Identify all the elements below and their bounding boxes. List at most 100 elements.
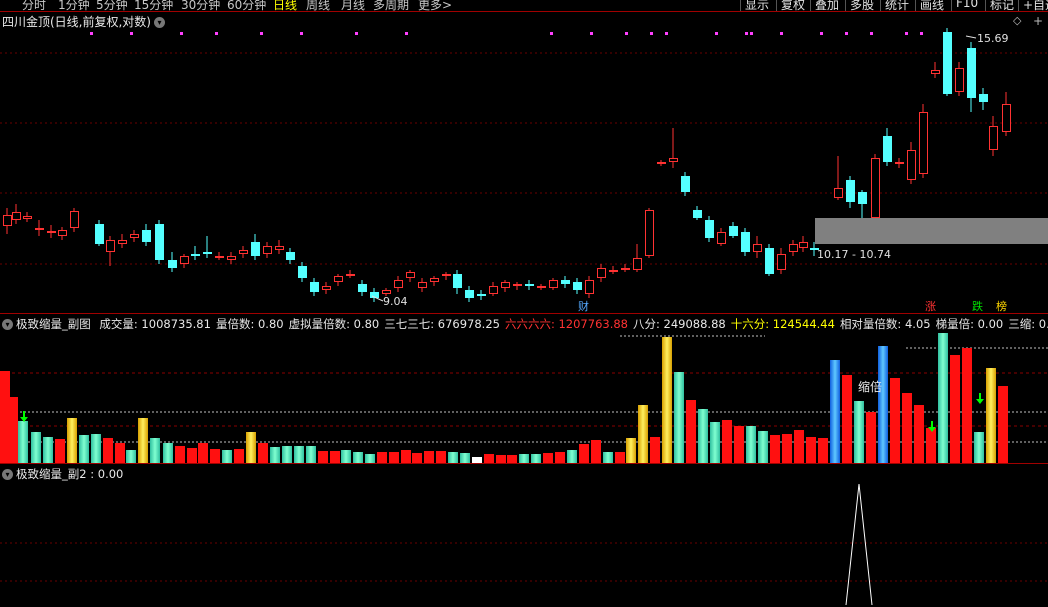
- candle: [645, 208, 654, 258]
- candle: [286, 248, 295, 264]
- candle: [215, 252, 224, 260]
- candle: [789, 240, 798, 256]
- signal-marker: [550, 32, 553, 35]
- signal-marker: [300, 32, 303, 35]
- candle: [310, 278, 319, 296]
- volume-bar: [818, 438, 828, 463]
- signal-marker: [745, 32, 748, 35]
- candle: [477, 290, 486, 300]
- adjust-button[interactable]: 复权: [776, 0, 809, 11]
- candle: [943, 28, 952, 96]
- volume-bar: [294, 446, 304, 463]
- volume-bar: [782, 434, 792, 463]
- candlestick-chart[interactable]: 10.17 - 10.74 15.69 9.04 财 涨 跌 榜: [0, 12, 1048, 312]
- high-price-label: 15.69: [977, 32, 1009, 45]
- volume-bar: [710, 422, 720, 463]
- add-watchlist-button[interactable]: +自选: [1018, 0, 1048, 11]
- down-arrow-icon: [976, 393, 984, 404]
- candle: [58, 227, 67, 240]
- volume-bar: [507, 455, 517, 463]
- candle: [753, 236, 762, 258]
- f10-button[interactable]: F10: [951, 0, 982, 11]
- candle: [430, 276, 439, 286]
- candle: [370, 288, 379, 302]
- stats-button[interactable]: 统计: [880, 0, 913, 11]
- period-1min[interactable]: 1分钟: [58, 0, 90, 11]
- volume-bar: [854, 401, 864, 463]
- period-5min[interactable]: 5分钟: [96, 0, 128, 11]
- signal-chart[interactable]: [0, 481, 1048, 607]
- mark-button[interactable]: 标记: [985, 0, 1018, 11]
- volume-bar: [998, 386, 1008, 463]
- volume-bar: [412, 453, 422, 463]
- volume-bar: [150, 438, 160, 463]
- period-30min[interactable]: 30分钟: [181, 0, 220, 11]
- candle: [955, 62, 964, 96]
- candle: [180, 254, 189, 268]
- candle: [203, 236, 212, 258]
- volume-field: 虚拟量倍数: 0.80: [288, 317, 380, 331]
- finance-badge[interactable]: 财: [578, 299, 589, 312]
- volume-bar: [79, 435, 89, 463]
- candle: [979, 88, 988, 110]
- volume-bar: [282, 446, 292, 463]
- settings-icon[interactable]: ▾: [2, 319, 13, 330]
- candle: [717, 228, 726, 246]
- volume-bar: [950, 355, 960, 463]
- candle: [777, 248, 786, 274]
- period-more[interactable]: 更多>: [418, 0, 452, 11]
- volume-bar: [341, 450, 351, 463]
- volume-bar: [986, 368, 996, 463]
- volume-bar: [353, 452, 363, 463]
- signal-marker: [750, 32, 753, 35]
- volume-bar: [31, 432, 41, 463]
- period-multi[interactable]: 多周期: [373, 0, 409, 11]
- signal-marker: [90, 32, 93, 35]
- candle: [693, 206, 702, 220]
- candle: [334, 274, 343, 286]
- volume-field: 三缩: 0.00: [1008, 317, 1048, 331]
- candle: [453, 270, 462, 294]
- signal-marker: [715, 32, 718, 35]
- candle: [549, 278, 558, 290]
- candle: [155, 220, 164, 264]
- volume-bar: [842, 375, 852, 463]
- candle: [501, 280, 510, 292]
- limit-down-badge[interactable]: 跌: [972, 299, 983, 312]
- volume-chart[interactable]: 缩倍: [0, 331, 1048, 463]
- period-15min[interactable]: 15分钟: [134, 0, 173, 11]
- candle: [95, 220, 104, 246]
- candle: [907, 142, 916, 184]
- period-daily[interactable]: 日线: [273, 0, 297, 11]
- period-minute[interactable]: 分时: [22, 0, 46, 11]
- volume-bar: [258, 443, 268, 463]
- overlay-button[interactable]: 叠加: [810, 0, 843, 11]
- volume-field: 八分: 249088.88: [633, 317, 726, 331]
- settings-icon[interactable]: ▾: [2, 469, 13, 480]
- volume-bar: [8, 397, 18, 463]
- candle: [3, 208, 12, 234]
- volume-field: 三七三七: 676978.25: [384, 317, 500, 331]
- display-button[interactable]: 显示: [740, 0, 773, 11]
- volume-field: 六六六六: 1207763.88: [504, 317, 628, 331]
- volume-bar: [424, 451, 434, 463]
- period-monthly[interactable]: 月线: [341, 0, 365, 11]
- signal-marker: [590, 32, 593, 35]
- volume-bar: [330, 451, 340, 463]
- down-arrow-icon: [20, 411, 28, 422]
- limit-up-badge[interactable]: 涨: [925, 300, 936, 312]
- multi-stock-button[interactable]: 多股: [845, 0, 878, 11]
- candle: [239, 246, 248, 258]
- volume-bar: [878, 346, 888, 463]
- volume-bar: [938, 333, 948, 463]
- draw-line-button[interactable]: 画线: [915, 0, 948, 11]
- candle: [406, 270, 415, 282]
- volume-bar: [401, 450, 411, 463]
- candle: [35, 220, 44, 236]
- volume-bar: [902, 393, 912, 463]
- period-60min[interactable]: 60分钟: [227, 0, 266, 11]
- volume-bar: [926, 428, 936, 463]
- candle: [465, 286, 474, 302]
- period-weekly[interactable]: 周线: [306, 0, 330, 11]
- rank-badge[interactable]: 榜: [996, 299, 1007, 312]
